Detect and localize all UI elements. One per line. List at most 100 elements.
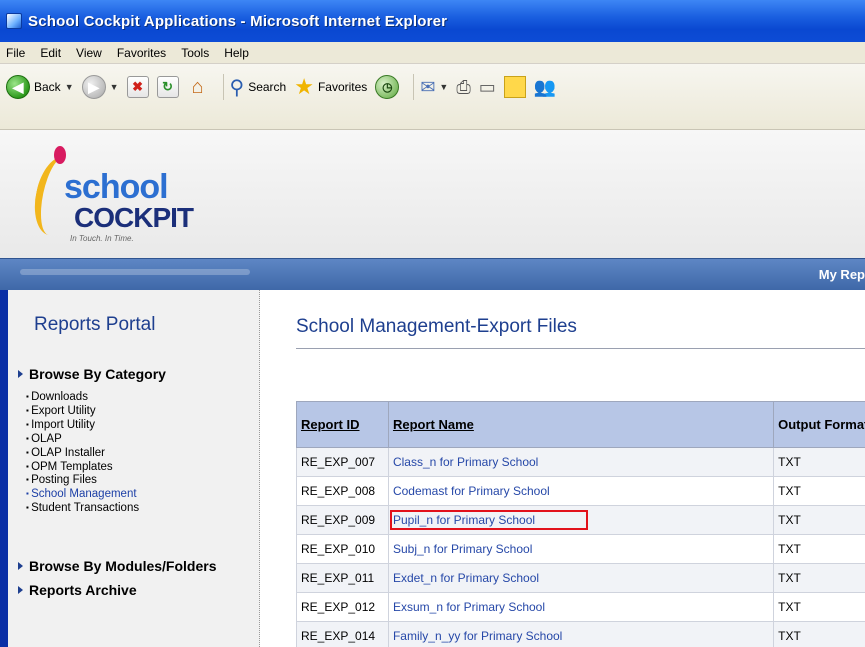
chevron-down-icon[interactable]: ▼ [439,82,448,92]
site-header: school COCKPIT In Touch. In Time. [0,130,865,258]
table-row: RE_EXP_008 Codemast for Primary School T… [296,476,865,506]
category-student-transactions[interactable]: Student Transactions [26,502,139,516]
category-opm-templates[interactable]: OPM Templates [26,461,139,475]
nav-strip: My Rep [0,258,865,290]
report-name-link[interactable]: Subj_n for Primary School [387,534,775,564]
menu-file[interactable]: File [6,46,25,60]
caret-right-icon [18,370,23,378]
report-name-text[interactable]: Class_n for Primary School [393,455,538,469]
output-format-cell: TXT [773,476,865,506]
browse-by-category-label: Browse By Category [29,366,166,382]
report-name-link[interactable]: Exdet_n for Primary School [387,563,775,593]
table-header-row: Report ID Report Name Output Format [296,401,865,448]
logo-tagline: In Touch. In Time. [70,234,134,243]
window-left-edge [0,290,8,647]
category-export-utility[interactable]: Export Utility [26,405,139,419]
output-format-cell: TXT [773,592,865,622]
menu-help[interactable]: Help [224,46,249,60]
report-name-text[interactable]: Pupil_n for Primary School [389,510,589,530]
search-button[interactable]: ⚲ Search [230,74,287,100]
report-name-link[interactable]: Codemast for Primary School [387,476,775,506]
table-row: RE_EXP_010 Subj_n for Primary School TXT [296,534,865,564]
output-format-cell: TXT [773,505,865,535]
print-button[interactable]: ⎙ [456,74,470,100]
category-downloads[interactable]: Downloads [26,391,139,405]
mail-icon: ✉ [420,76,436,97]
menu-favorites[interactable]: Favorites [117,46,166,60]
report-name-text[interactable]: Subj_n for Primary School [393,542,532,556]
reports-table: Report ID Report Name Output Format RE_E… [296,401,865,647]
category-olap[interactable]: OLAP [26,433,139,447]
toolbar-separator [222,74,224,100]
sidebar: Reports Portal Browse By Category Downlo… [8,290,260,647]
messenger-icon: 👥 [533,76,557,97]
category-posting-files[interactable]: Posting Files [26,474,139,488]
category-import-utility[interactable]: Import Utility [26,419,139,433]
ie-icon [6,13,22,29]
window-title: School Cockpit Applications - Microsoft … [28,12,448,30]
logo-dot [54,146,66,164]
nav-highlight [20,269,250,275]
report-name-text[interactable]: Exsum_n for Primary School [393,600,545,614]
table-row: RE_EXP_007 Class_n for Primary School TX… [296,447,865,477]
browse-by-modules[interactable]: Browse By Modules/Folders [18,558,216,574]
title-bar: School Cockpit Applications - Microsoft … [0,0,865,42]
report-name-text[interactable]: Exdet_n for Primary School [393,571,539,585]
forward-button[interactable]: ▶ ▼ [81,74,119,100]
messenger-button[interactable]: 👥 [534,74,556,100]
refresh-button[interactable]: ↻ [156,74,179,100]
refresh-icon: ↻ [156,76,179,98]
forward-arrow-icon: ▶ [81,75,106,99]
menu-view[interactable]: View [76,46,102,60]
output-format-cell: TXT [773,563,865,593]
header-report-id[interactable]: Report ID [296,401,389,448]
reports-archive[interactable]: Reports Archive [18,582,137,598]
logo-text-cockpit: COCKPIT [74,202,194,233]
report-id-cell: RE_EXP_012 [296,592,389,622]
header-report-name[interactable]: Report Name [387,401,775,448]
report-id-cell: RE_EXP_008 [296,476,389,506]
favorites-button[interactable]: ★ Favorites [294,74,367,100]
browse-by-category[interactable]: Browse By Category [18,366,166,382]
home-button[interactable]: ⌂ [187,74,209,100]
sticky-note-icon [503,76,526,98]
report-id-cell: RE_EXP_014 [296,621,389,647]
table-row: RE_EXP_011 Exdet_n for Primary School TX… [296,563,865,593]
report-name-link-highlighted[interactable]: Pupil_n for Primary School [387,505,775,535]
menu-tools[interactable]: Tools [181,46,209,60]
mail-button[interactable]: ✉ ▼ [420,74,448,100]
category-school-management[interactable]: School Management [26,488,139,502]
report-id-cell: RE_EXP_011 [296,563,389,593]
header-output-format: Output Format [773,401,865,448]
report-id-cell: RE_EXP_007 [296,447,389,477]
sidebar-title: Reports Portal [34,314,156,335]
history-icon: ◷ [375,75,400,99]
edit-button[interactable]: ▭ [479,74,496,100]
stop-button[interactable]: ✖ [126,74,149,100]
edit-page-icon: ▭ [478,76,496,97]
report-name-text[interactable]: Family_n_yy for Primary School [393,629,562,643]
report-name-link[interactable]: Class_n for Primary School [387,447,775,477]
chevron-down-icon[interactable]: ▼ [65,82,74,92]
category-olap-installer[interactable]: OLAP Installer [26,447,139,461]
my-reports-link[interactable]: My Rep [819,267,865,282]
reports-archive-label: Reports Archive [29,582,137,598]
school-cockpit-logo[interactable]: school COCKPIT In Touch. In Time. [28,146,194,246]
browse-by-modules-label: Browse By Modules/Folders [29,558,217,574]
logo-text-school: school [64,168,169,206]
report-name-link[interactable]: Exsum_n for Primary School [387,592,775,622]
star-icon: ★ [294,74,314,99]
report-name-link[interactable]: Family_n_yy for Primary School [387,621,775,647]
history-button[interactable]: ◷ [375,74,400,100]
chevron-down-icon[interactable]: ▼ [110,82,119,92]
report-name-text[interactable]: Codemast for Primary School [393,484,550,498]
toolbar: ◀ Back ▼ ▶ ▼ ✖ ↻ ⌂ ⚲ Search ★ Favorites … [0,64,865,130]
notes-button[interactable] [503,74,526,100]
back-button[interactable]: ◀ Back ▼ [6,74,74,100]
toolbar-separator [413,74,415,100]
back-label: Back [34,80,61,94]
menu-edit[interactable]: Edit [40,46,61,60]
search-icon: ⚲ [229,76,245,99]
back-arrow-icon: ◀ [6,75,30,99]
favorites-label: Favorites [317,80,368,94]
